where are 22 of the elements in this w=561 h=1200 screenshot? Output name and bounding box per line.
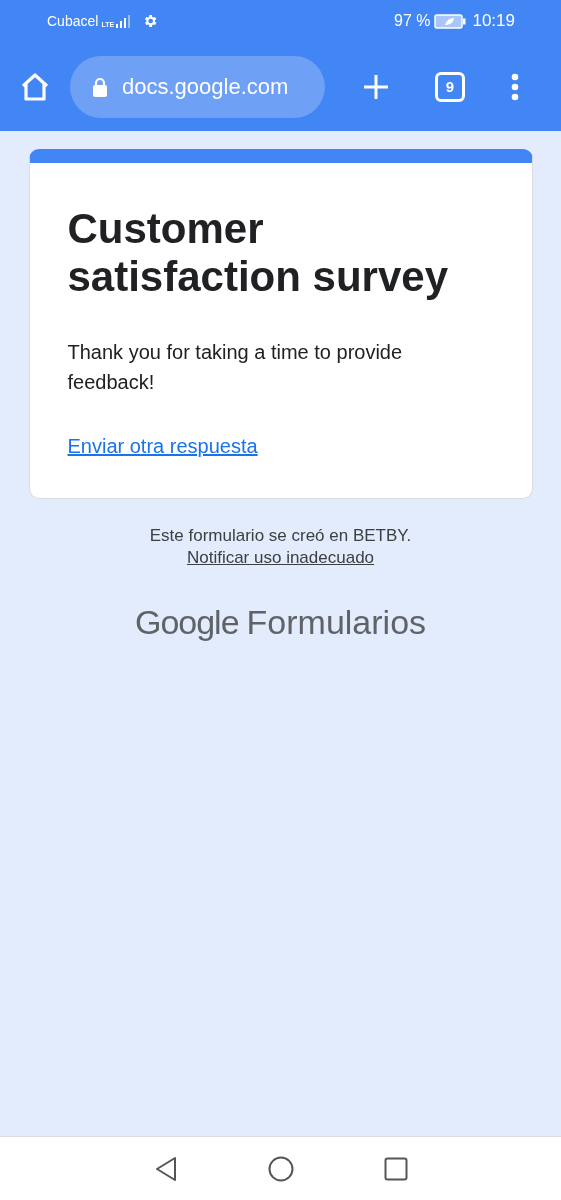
footer-text: Este formulario se creó en BETBY. Notificar uso inadecuado [148,525,413,569]
signal-icon [116,14,131,28]
clock-time: 10:19 [472,11,515,31]
menu-icon[interactable] [511,72,519,101]
new-tab-icon[interactable] [363,73,389,100]
home-button-icon[interactable] [267,1155,294,1182]
home-icon[interactable] [20,71,50,102]
battery-icon [434,13,467,29]
carrier-name: Cubacel [47,13,99,29]
settings-icon [142,13,159,29]
form-title: Customer satisfaction survey [67,205,449,301]
lock-icon [92,76,108,97]
logo-wordmark: Google [134,603,239,642]
battery-percent: 97 % [394,12,431,30]
tab-count-button[interactable]: 9 [435,71,465,102]
report-abuse-link[interactable]: Notificar uso inadecuado [186,548,375,567]
confirmation-message: Thank you for taking a time to provide feedback! [67,340,404,395]
address-bar[interactable]: docs.google.com [70,55,325,118]
recents-icon[interactable] [383,1156,408,1181]
logo-product-name: Formularios [246,603,427,642]
submit-another-link[interactable]: Enviar otra respuesta [67,435,258,458]
back-icon[interactable] [153,1155,178,1182]
